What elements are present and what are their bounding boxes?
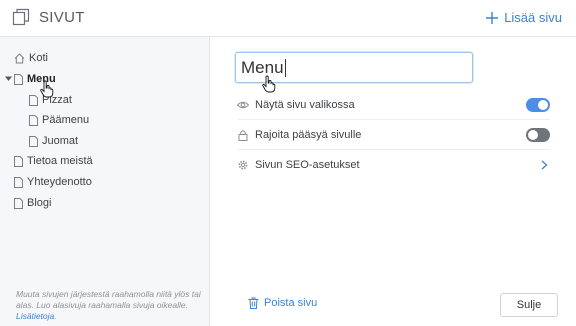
page-item-menu[interactable]: Menu: [5, 69, 56, 89]
page-item-label: Pizzat: [42, 94, 72, 106]
page-item-paamenu[interactable]: Päämenu: [29, 110, 89, 130]
gear-icon: [238, 160, 248, 170]
page-item-label: Koti: [29, 52, 48, 64]
page-icon: [14, 197, 23, 209]
seo-settings-label: Sivun SEO-asetukset: [255, 159, 360, 171]
reorder-help-text: Muuta sivujen järjestestä raahamolla nii…: [16, 289, 201, 310]
close-button[interactable]: Sulje: [500, 293, 558, 317]
learn-more-link[interactable]: Lisätietoja.: [16, 311, 57, 321]
plus-icon: [486, 11, 499, 24]
reorder-help-note: Muuta sivujen järjestestä raahamolla nii…: [16, 289, 204, 322]
delete-page-label: Poista sivu: [264, 297, 318, 309]
caret-down-icon[interactable]: [5, 75, 12, 82]
page-name-input[interactable]: [235, 52, 473, 83]
page-item-blogi[interactable]: Blogi: [14, 193, 51, 213]
toggle-knob: [528, 130, 538, 140]
restrict-access-label: Rajoita pääsyä sivulle: [255, 128, 362, 141]
lock-icon: [238, 129, 248, 141]
panel-title: SIVUT: [39, 8, 85, 26]
page-icon: [29, 114, 38, 126]
page-item-label: Blogi: [27, 197, 52, 209]
page-item-yhteydenotto[interactable]: Yhteydenotto: [14, 172, 92, 192]
home-icon: [14, 52, 25, 63]
panel-title-group: SIVUT: [12, 8, 85, 26]
restrict-access-toggle[interactable]: [526, 128, 550, 142]
page-item-tietoa-meista[interactable]: Tietoa meistä: [14, 151, 93, 171]
text-caret: [285, 59, 286, 77]
add-page-label: Lisää sivu: [504, 10, 562, 25]
trash-icon: [248, 297, 259, 309]
show-in-menu-toggle[interactable]: [526, 98, 550, 112]
panel-header: SIVUT Lisää sivu: [0, 0, 576, 37]
page-item-koti[interactable]: Koti: [14, 48, 48, 68]
page-item-label: Päämenu: [42, 114, 90, 126]
eye-icon: [237, 101, 249, 108]
page-item-juomat[interactable]: Juomat: [29, 131, 78, 151]
show-in-menu-row[interactable]: Näytä sivu valikossa: [237, 90, 550, 120]
page-item-label: Yhteydenotto: [27, 176, 92, 188]
page-item-label: Juomat: [42, 135, 79, 147]
page-item-pizzat[interactable]: Pizzat: [29, 90, 72, 110]
page-settings-panel: Näytä sivu valikossa Rajoita pääsyä sivu…: [211, 37, 576, 326]
page-item-label: Menu: [27, 73, 56, 85]
page-icon: [29, 94, 38, 106]
add-page-button[interactable]: Lisää sivu: [486, 10, 562, 25]
delete-page-button[interactable]: Poista sivu: [248, 297, 317, 309]
pages-sidebar: Koti Menu Pizzat Päämenu Juomat Tietoa m…: [0, 37, 210, 326]
show-in-menu-label: Näytä sivu valikossa: [255, 98, 355, 111]
page-icon: [14, 176, 23, 188]
toggle-knob: [538, 100, 548, 110]
restrict-access-row[interactable]: Rajoita pääsyä sivulle: [237, 120, 550, 150]
page-icon: [14, 73, 23, 85]
page-item-label: Tietoa meistä: [27, 155, 93, 167]
pages-icon: [12, 8, 30, 26]
page-icon: [29, 135, 38, 147]
page-icon: [14, 155, 23, 167]
chevron-right-icon: [541, 160, 548, 170]
seo-settings-row[interactable]: Sivun SEO-asetukset: [237, 150, 550, 180]
